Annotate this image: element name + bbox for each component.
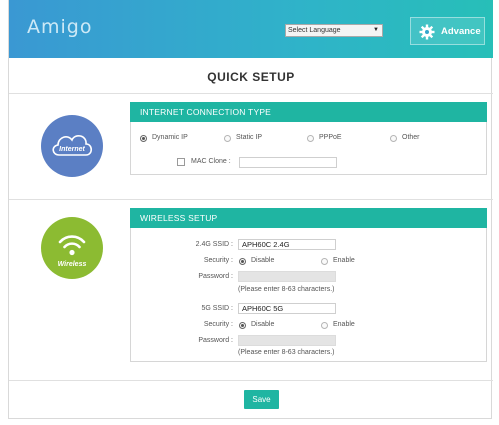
internet-badge: Internet bbox=[41, 115, 103, 177]
top-header: Amigo Select Language ▼ Advance bbox=[9, 0, 493, 58]
radio-static-ip[interactable] bbox=[224, 135, 231, 142]
language-select[interactable]: Select Language ▼ bbox=[285, 24, 383, 37]
advance-button[interactable]: Advance bbox=[410, 17, 485, 45]
radio-security-5-disable[interactable] bbox=[239, 322, 246, 329]
radio-security-24-disable-label: Disable bbox=[251, 257, 275, 264]
section-divider bbox=[9, 93, 493, 94]
radio-security-24-enable-label: Enable bbox=[333, 257, 355, 264]
ssid-5-label: 5G SSID : bbox=[201, 305, 233, 312]
quick-setup-page: Amigo Select Language ▼ Advance QUICK SE… bbox=[8, 0, 493, 419]
ssid-24-input[interactable]: APH60C 2.4G bbox=[238, 239, 336, 250]
ssid-24-label: 2.4G SSID : bbox=[195, 241, 233, 248]
radio-other[interactable] bbox=[390, 135, 397, 142]
mac-clone-input[interactable] bbox=[239, 157, 337, 168]
wireless-badge-label: Wireless bbox=[57, 261, 87, 268]
section-divider bbox=[9, 199, 493, 200]
radio-pppoe-label: PPPoE bbox=[319, 134, 342, 141]
ssid-5-input[interactable]: APH60C 5G bbox=[238, 303, 336, 314]
page-title: QUICK SETUP bbox=[207, 70, 295, 84]
dropdown-arrow-icon: ▼ bbox=[373, 27, 379, 33]
password-24-input[interactable] bbox=[238, 271, 336, 282]
security-24-label: Security : bbox=[203, 257, 233, 264]
radio-dynamic-ip[interactable] bbox=[140, 135, 147, 142]
radio-security-24-disable[interactable] bbox=[239, 258, 246, 265]
amigo-logo: Amigo bbox=[27, 16, 93, 38]
gear-icon bbox=[419, 24, 435, 40]
internet-connection-panel: INTERNET CONNECTION TYPE Dynamic IP Stat… bbox=[130, 102, 487, 175]
section-divider bbox=[9, 380, 493, 381]
internet-badge-label: Internet bbox=[59, 146, 85, 153]
password-5-hint: (Please enter 8-63 characters.) bbox=[238, 349, 335, 356]
wireless-setup-heading: WIRELESS SETUP bbox=[130, 208, 487, 228]
save-button[interactable]: Save bbox=[244, 390, 279, 409]
mac-clone-checkbox[interactable] bbox=[177, 158, 185, 166]
password-5-label: Password : bbox=[198, 337, 233, 344]
language-select-value: Select Language bbox=[288, 27, 341, 34]
radio-security-5-enable[interactable] bbox=[321, 322, 328, 329]
mac-clone-label: MAC Clone : bbox=[191, 158, 231, 165]
radio-security-5-enable-label: Enable bbox=[333, 321, 355, 328]
radio-security-5-disable-label: Disable bbox=[251, 321, 275, 328]
wireless-badge: Wireless bbox=[41, 217, 103, 279]
password-5-input[interactable] bbox=[238, 335, 336, 346]
wireless-setup-panel: WIRELESS SETUP 2.4G SSID : APH60C 2.4G S… bbox=[130, 208, 487, 362]
advance-button-label: Advance bbox=[441, 26, 481, 37]
password-24-hint: (Please enter 8-63 characters.) bbox=[238, 286, 335, 293]
wifi-icon bbox=[58, 235, 86, 256]
radio-pppoe[interactable] bbox=[307, 135, 314, 142]
internet-connection-heading: INTERNET CONNECTION TYPE bbox=[130, 102, 487, 122]
radio-other-label: Other bbox=[402, 134, 420, 141]
radio-dynamic-ip-label: Dynamic IP bbox=[152, 134, 188, 141]
radio-security-24-enable[interactable] bbox=[321, 258, 328, 265]
radio-static-ip-label: Static IP bbox=[236, 134, 263, 141]
security-5-label: Security : bbox=[203, 321, 233, 328]
password-24-label: Password : bbox=[198, 273, 233, 280]
